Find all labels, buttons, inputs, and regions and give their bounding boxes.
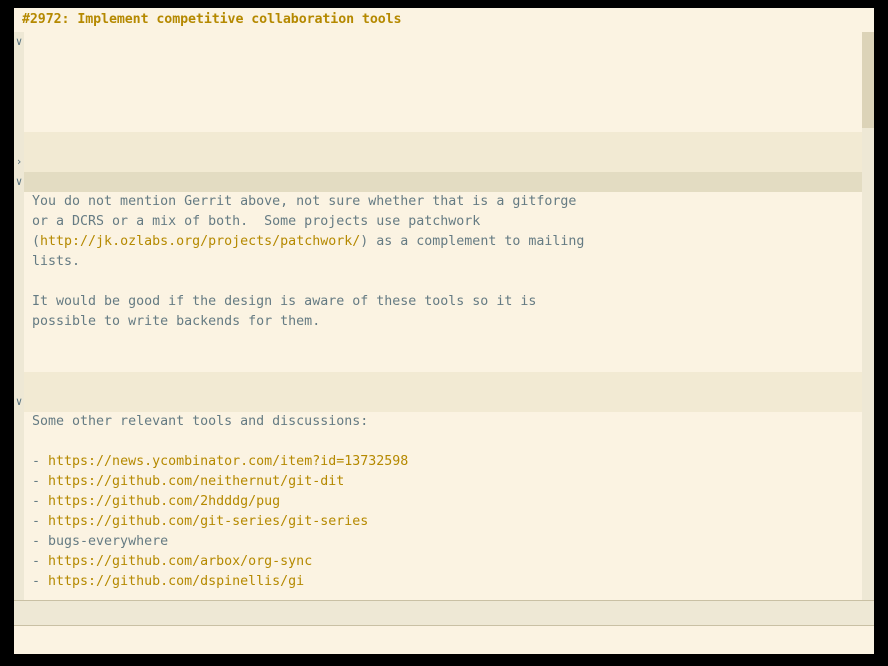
body-span: ( [32, 234, 41, 249]
body-link[interactable]: https://github.com/git-series/git-series [48, 514, 368, 529]
post-body-list-item: - https://github.com/dspinellis/gi [24, 572, 862, 592]
post-body-blank [24, 332, 862, 352]
body-span: possible to write backends for them. [32, 314, 321, 329]
post-body-line: Some other relevant tools and discussion… [24, 412, 862, 432]
field-row-state: State: open [24, 52, 862, 89]
post-body-line: You do not mention Gerrit above, not sur… [24, 192, 862, 212]
post-header-tarsius-1[interactable]: ›tarsius 2 years ago [16, 152, 862, 189]
body-link[interactable]: https://github.com/arbox/org-sync [48, 554, 312, 569]
buffer-window: ∨Title: Implement competitive collaborat… [14, 32, 874, 600]
bullet: - [32, 554, 49, 569]
post-body-line: possible to write backends for them. [24, 312, 862, 332]
body-span: ) as a complement to mailing [360, 234, 585, 249]
bullet: - [32, 514, 49, 529]
post-body-list-item: - https://github.com/neithernut/git-dit [24, 472, 862, 492]
body-link[interactable]: https://news.ycombinator.com/item?id=137… [48, 454, 408, 469]
post-body-list-item: - https://github.com/arbox/org-sync [24, 552, 862, 572]
text-area: ∨Title: Implement competitive collaborat… [16, 32, 862, 600]
post-body-list-item: - https://github.com/git-series/git-seri… [24, 512, 862, 532]
post-body-blank [24, 432, 862, 452]
section-gap-2 [24, 372, 862, 392]
bullet: - [32, 454, 49, 469]
post-body-line: (http://jk.ozlabs.org/projects/patchwork… [24, 232, 862, 252]
post-body-blank [24, 592, 862, 600]
field-spacer-1 [24, 112, 862, 132]
body-span: lists. [32, 254, 81, 269]
section-gap-1 [24, 132, 862, 152]
post-header-snogge[interactable]: ∨snogge 2 years ago [16, 172, 862, 209]
post-body-list-item: - https://github.com/2hdddg/pug [24, 492, 862, 512]
body-link[interactable]: https://github.com/dspinellis/gi [48, 574, 304, 589]
topic-header-line: #2972: Implement competitive collaborati… [14, 8, 874, 32]
bullet: - [32, 474, 49, 489]
chevron-down-icon[interactable]: ∨ [14, 172, 24, 192]
echo-area[interactable] [14, 626, 874, 654]
post-body-blank [24, 272, 862, 292]
post-body-blank [24, 352, 862, 372]
body-link[interactable]: https://github.com/2hdddg/pug [48, 494, 280, 509]
bullet: - [32, 574, 49, 589]
body-span: It would be good if the design is aware … [32, 294, 537, 309]
field-row-labels: Labels: feature request [24, 72, 862, 111]
post-body-line: lists. [24, 252, 862, 272]
chevron-down-icon[interactable]: ∨ [14, 32, 24, 52]
body-span: Some other relevant tools and discussion… [32, 414, 369, 429]
post-header-tarsius-2[interactable]: ∨tarsius 2 years ago [16, 392, 862, 429]
body-link[interactable]: https://github.com/neithernut/git-dit [48, 474, 344, 489]
vertical-scrollbar[interactable] [862, 32, 874, 600]
field-row-assignees: Assignees: none [24, 92, 862, 129]
chevron-right-icon[interactable]: › [14, 152, 24, 172]
left-fringe [14, 32, 24, 600]
post-body-list-item: - https://news.ycombinator.com/item?id=1… [24, 452, 862, 472]
body-link[interactable]: http://jk.ozlabs.org/projects/patchwork/ [40, 234, 360, 249]
post-body-line: or a DCRS or a mix of both. Some project… [24, 212, 862, 232]
mode-line: U:%%- *magit/magit #2972* Top (348,0) (V… [14, 600, 874, 626]
post-body-list-item: - bugs-everywhere [24, 532, 862, 552]
body-span: or a DCRS or a mix of both. Some project… [32, 214, 481, 229]
emacs-frame: #2972: Implement competitive collaborati… [14, 8, 874, 654]
post-body-line: It would be good if the design is aware … [24, 292, 862, 312]
field-row-title[interactable]: ∨Title: Implement competitive collaborat… [16, 32, 862, 69]
bullet: - [32, 494, 49, 509]
body-span: You do not mention Gerrit above, not sur… [32, 194, 577, 209]
bullet: - bugs-everywhere [32, 534, 169, 549]
chevron-down-icon[interactable]: ∨ [14, 392, 24, 412]
scrollbar-thumb[interactable] [862, 32, 874, 128]
